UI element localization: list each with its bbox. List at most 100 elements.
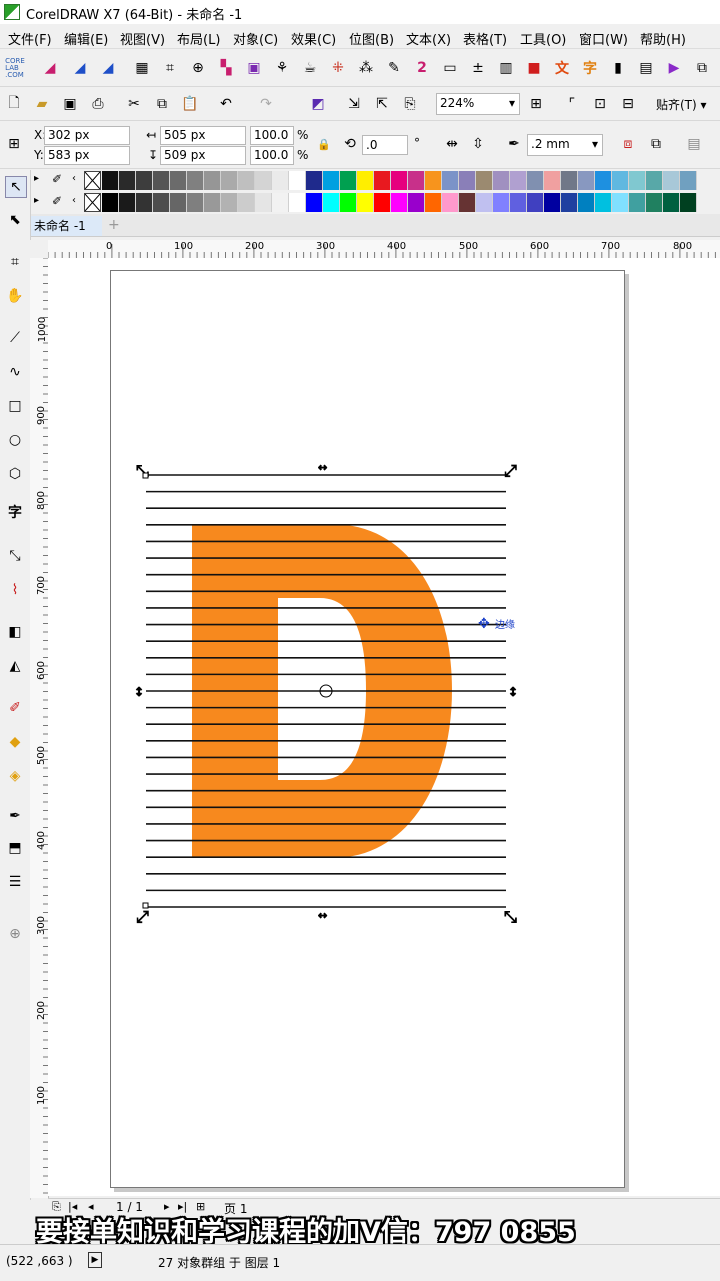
mirror-horizontal-icon[interactable]: ⇹ <box>442 134 462 154</box>
color-swatch[interactable] <box>119 171 136 190</box>
brush-icon[interactable]: ✎ <box>384 58 404 78</box>
crop-marks-icon[interactable]: ⌗ <box>160 58 180 78</box>
color-dialog-icon[interactable]: ⬒ <box>5 838 25 858</box>
mirror-vertical-icon[interactable]: ⇳ <box>468 134 488 154</box>
color-swatch[interactable] <box>340 193 357 212</box>
freehand-tool-icon[interactable]: ⟋ <box>5 328 25 348</box>
color-swatch[interactable] <box>629 193 646 212</box>
color-swatch[interactable] <box>221 171 238 190</box>
color-swatch[interactable] <box>374 193 391 212</box>
split-icon[interactable]: ± <box>468 58 488 78</box>
object-origin-icon[interactable]: ⊞ <box>4 134 24 154</box>
handle-top-right-icon[interactable]: ⤢ <box>504 461 518 481</box>
text-wen-icon[interactable]: 文 <box>552 58 572 78</box>
palette2-scroll-left-icon[interactable]: ‹ <box>72 195 76 206</box>
snap-to-dropdown[interactable]: 贴齐(T) ▾ <box>656 96 707 113</box>
lock-ratio-icon[interactable]: 🔒 <box>314 134 334 154</box>
color-swatch[interactable] <box>442 193 459 212</box>
color-swatch[interactable] <box>646 193 663 212</box>
color-swatch[interactable] <box>323 193 340 212</box>
menu-bitmaps[interactable]: 位图(B) <box>349 29 394 48</box>
vertical-ruler[interactable]: 1000 900 800 700 600 500 400 300 200 100 <box>30 258 49 1198</box>
handle-right-icon[interactable]: ↕ <box>508 685 519 700</box>
number-two-icon[interactable]: 2 <box>412 58 432 78</box>
y-position-field[interactable]: 583 px <box>44 146 130 165</box>
color-swatch[interactable] <box>561 193 578 212</box>
to-front-icon[interactable]: ⧈ <box>618 134 638 154</box>
ellipse-tool-icon[interactable]: ○ <box>5 430 25 450</box>
color-swatch[interactable] <box>663 193 680 212</box>
color-swatch[interactable] <box>119 193 136 212</box>
smart-fill-icon[interactable]: ◈ <box>5 766 25 786</box>
handle-bottom-left-icon[interactable]: ⤢ <box>136 907 150 927</box>
color-swatch[interactable] <box>629 171 646 190</box>
color-swatch[interactable] <box>204 193 221 212</box>
color-swatch[interactable] <box>306 171 323 190</box>
cut-icon[interactable]: ✂ <box>124 94 144 114</box>
color-swatch[interactable] <box>238 193 255 212</box>
color-swatch[interactable] <box>187 171 204 190</box>
color-swatch[interactable] <box>476 171 493 190</box>
paste-icon[interactable]: 📋 <box>180 94 200 114</box>
color-swatch[interactable] <box>425 171 442 190</box>
copy-icon[interactable]: ⧉ <box>152 94 172 114</box>
menu-table[interactable]: 表格(T) <box>463 29 507 48</box>
zoom-level-select[interactable]: 224% ▾ <box>436 93 520 115</box>
handle-bottom-icon[interactable]: ↔ <box>318 909 328 923</box>
palette-scroll-left-icon[interactable]: ‹ <box>72 173 76 184</box>
color-swatch[interactable] <box>680 171 697 190</box>
document-tab[interactable]: 未命名 -1 <box>30 216 102 236</box>
color-swatch[interactable] <box>255 171 272 190</box>
text-tool-icon[interactable]: 字 <box>5 502 25 522</box>
handle-top-icon[interactable]: ↔ <box>318 461 328 475</box>
arrow-tool-pink-icon[interactable]: ◢ <box>40 58 60 78</box>
menu-view[interactable]: 视图(V) <box>120 29 165 48</box>
add-tab-icon[interactable]: + <box>108 217 120 233</box>
color-swatch[interactable] <box>357 171 374 190</box>
color-swatch[interactable] <box>340 171 357 190</box>
outline-pen-tool-icon[interactable]: ✒ <box>5 806 25 826</box>
redo-icon[interactable]: ↷ <box>256 94 276 114</box>
color-swatch[interactable] <box>289 171 306 190</box>
transparency-tool-icon[interactable]: ◭ <box>5 656 25 676</box>
scale-height-field[interactable]: 100.0 <box>250 146 294 165</box>
handle-left-icon[interactable]: ↕ <box>134 685 145 700</box>
color-swatch[interactable] <box>459 193 476 212</box>
no-color-swatch-2[interactable] <box>84 193 101 212</box>
color-swatch[interactable] <box>136 193 153 212</box>
color-swatch[interactable] <box>170 171 187 190</box>
menu-file[interactable]: 文件(F) <box>8 29 52 48</box>
arrow-tool-blue-icon[interactable]: ◢ <box>70 58 90 78</box>
node-top-left[interactable] <box>142 472 149 479</box>
target-icon[interactable]: ⊕ <box>188 58 208 78</box>
color-swatch[interactable] <box>187 193 204 212</box>
print-icon[interactable]: ⎙ <box>88 94 108 114</box>
scatter-icon[interactable]: ⁂ <box>356 58 376 78</box>
color-swatch[interactable] <box>374 171 391 190</box>
save-icon[interactable]: ▣ <box>60 94 80 114</box>
palette-scroll-icon[interactable]: ▸ <box>34 173 39 184</box>
color-swatch[interactable] <box>391 193 408 212</box>
polygon-tool-icon[interactable]: ⬡ <box>5 464 25 484</box>
menu-tools[interactable]: 工具(O) <box>520 29 566 48</box>
show-guidelines-icon[interactable]: ⊟ <box>618 94 638 114</box>
qr-code-icon[interactable]: ▦ <box>132 58 152 78</box>
color-swatch[interactable] <box>442 171 459 190</box>
color-swap-icon[interactable]: ▣ <box>244 58 264 78</box>
color-swatch[interactable] <box>510 193 527 212</box>
color-swatch[interactable] <box>272 193 289 212</box>
show-grid-icon[interactable]: ⊡ <box>590 94 610 114</box>
color-swatch[interactable] <box>612 193 629 212</box>
dimension-tool-icon[interactable]: ⤡ <box>5 546 25 566</box>
bars-icon[interactable]: ▮ <box>608 58 628 78</box>
color-swatch[interactable] <box>493 193 510 212</box>
menu-object[interactable]: 对象(C) <box>233 29 278 48</box>
menu-text[interactable]: 文本(X) <box>406 29 451 48</box>
color-swatch[interactable] <box>153 171 170 190</box>
color-swatch[interactable] <box>544 193 561 212</box>
shape-tool-icon[interactable]: ⬉ <box>5 210 25 230</box>
no-color-swatch[interactable] <box>84 171 101 190</box>
color-swatch[interactable] <box>357 193 374 212</box>
handle-bottom-right-icon[interactable]: ⤡ <box>504 907 518 927</box>
palette2-scroll-icon[interactable]: ▸ <box>34 195 39 206</box>
